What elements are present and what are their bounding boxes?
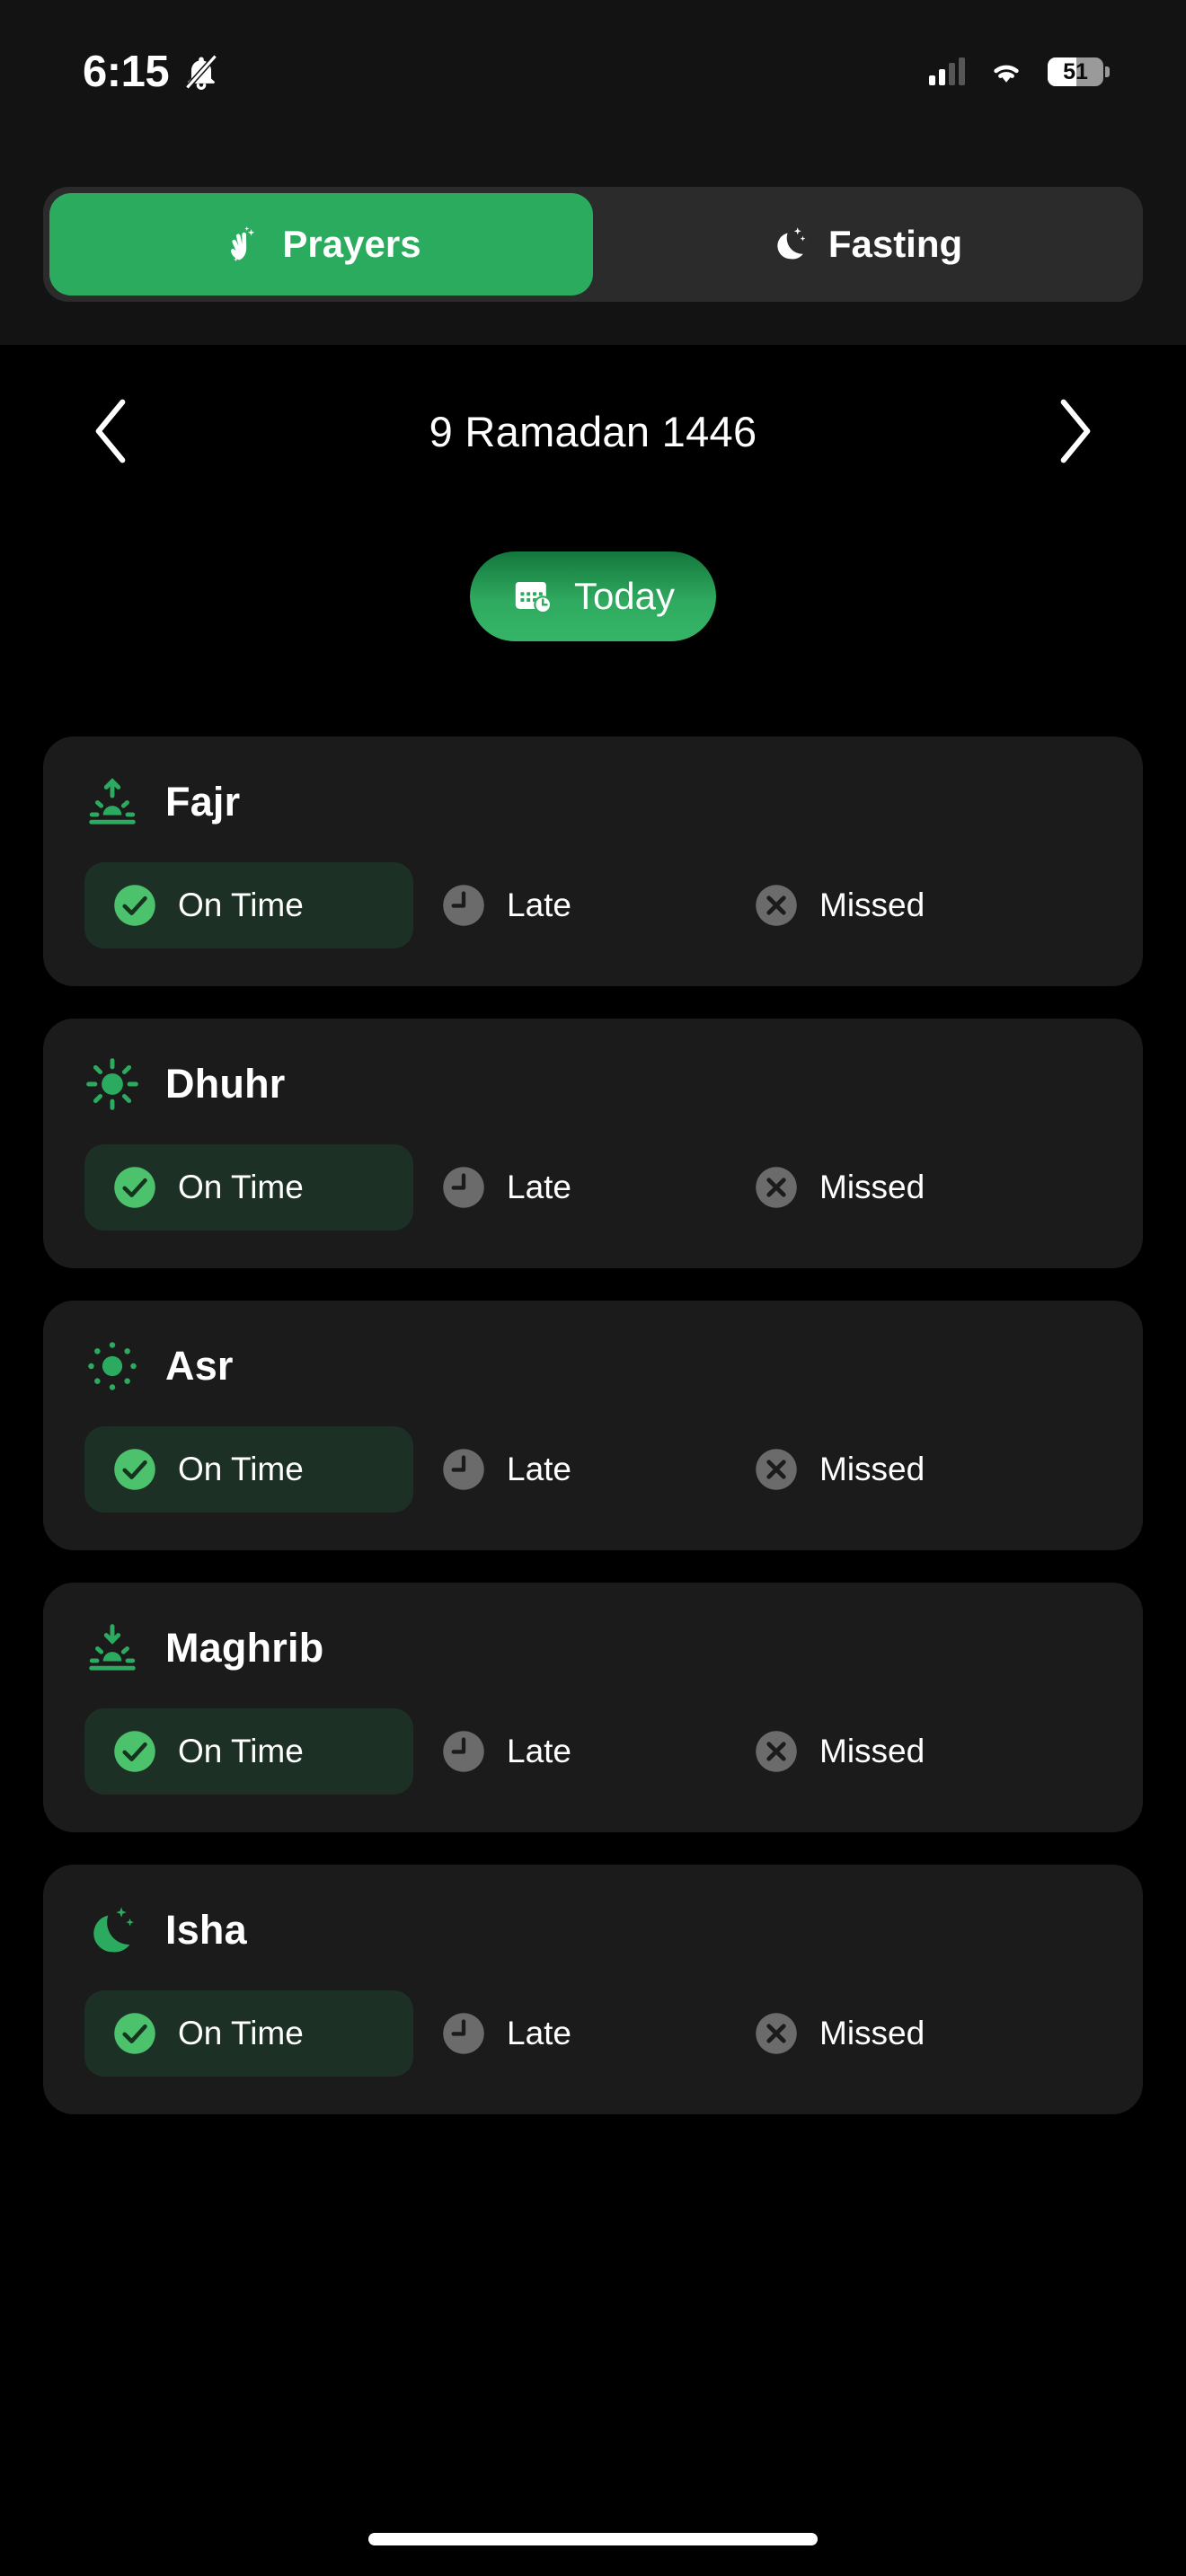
tab-prayers-label: Prayers <box>282 223 421 265</box>
status-option-on-time[interactable]: On Time <box>84 1708 413 1795</box>
status-options-row: On Time Late Missed <box>84 1144 1102 1231</box>
tab-bar-container: Prayers Fasting <box>0 144 1186 345</box>
today-button-label: Today <box>573 575 676 617</box>
status-option-missed[interactable]: Missed <box>726 862 996 948</box>
app-screen: 6:15 51 Prayers Fasting 9 Ramadan 1446 T… <box>0 0 1186 2576</box>
status-option-on-time[interactable]: On Time <box>84 1144 413 1231</box>
prayer-card-dhuhr: Dhuhr On Time Late Missed <box>43 1019 1143 1268</box>
praying-hands-icon <box>231 226 255 262</box>
today-button[interactable]: Today <box>469 551 717 641</box>
status-option-late[interactable]: Late <box>413 1708 726 1795</box>
battery-percent-label: 51 <box>1063 59 1088 84</box>
x-circle-icon <box>756 1167 797 1208</box>
check-circle-icon <box>114 1731 155 1772</box>
status-option-late[interactable]: Late <box>413 862 726 948</box>
status-options-row: On Time Late Missed <box>84 1426 1102 1513</box>
status-option-label: Late <box>507 2015 572 2051</box>
status-option-label: On Time <box>178 1169 304 1205</box>
status-option-missed[interactable]: Missed <box>726 1426 996 1513</box>
status-option-on-time[interactable]: On Time <box>84 862 413 948</box>
prayer-card-header: Dhuhr <box>84 1054 1102 1114</box>
tab-prayers[interactable]: Prayers <box>49 193 593 296</box>
x-circle-icon <box>756 1731 797 1772</box>
clock-circle-icon <box>443 1167 484 1208</box>
x-circle-icon <box>756 2013 797 2054</box>
status-options-row: On Time Late Missed <box>84 1708 1102 1795</box>
status-option-late[interactable]: Late <box>413 1990 726 2077</box>
prayer-card-header: Isha <box>84 1901 1102 1960</box>
prayer-name-label: Maghrib <box>165 1625 324 1671</box>
status-option-missed[interactable]: Missed <box>726 1708 996 1795</box>
calendar-clock-icon <box>515 582 553 614</box>
prayer-name-label: Isha <box>165 1907 247 1953</box>
status-bar: 6:15 51 <box>0 0 1186 144</box>
prayer-card-header: Maghrib <box>84 1619 1102 1678</box>
crescent-moon-stars-icon <box>777 227 806 260</box>
current-date-label: 9 Ramadan 1446 <box>429 407 757 455</box>
status-option-label: Missed <box>819 1733 925 1769</box>
status-option-label: Late <box>507 1169 572 1205</box>
status-option-label: Missed <box>819 1169 925 1205</box>
cellular-signal-icon <box>929 57 965 85</box>
chevron-left-icon[interactable] <box>90 397 131 465</box>
check-circle-icon <box>114 1167 155 1208</box>
status-option-missed[interactable]: Missed <box>726 1144 996 1231</box>
status-option-late[interactable]: Late <box>413 1144 726 1231</box>
status-option-missed[interactable]: Missed <box>726 1990 996 2077</box>
check-circle-icon <box>114 2013 155 2054</box>
x-circle-icon <box>756 885 797 926</box>
check-circle-icon <box>114 885 155 926</box>
sun-icon <box>86 1058 138 1110</box>
chevron-right-icon[interactable] <box>1055 397 1096 465</box>
x-circle-icon <box>756 1449 797 1490</box>
status-options-row: On Time Late Missed <box>84 862 1102 948</box>
clock-time: 6:15 <box>83 48 170 96</box>
status-option-on-time[interactable]: On Time <box>84 1426 413 1513</box>
status-option-label: Missed <box>819 887 925 923</box>
status-option-label: Late <box>507 1733 572 1769</box>
date-navigation: 9 Ramadan 1446 <box>0 377 1186 485</box>
status-bar-right: 51 <box>929 57 1110 86</box>
status-option-label: On Time <box>178 887 304 923</box>
prayer-card-header: Fajr <box>84 772 1102 832</box>
prayer-card-list: Fajr On Time Late Missed Dhuhr On Time L… <box>0 737 1186 2147</box>
status-option-label: Late <box>507 1451 572 1487</box>
clock-circle-icon <box>443 2013 484 2054</box>
status-option-on-time[interactable]: On Time <box>84 1990 413 2077</box>
status-option-label: On Time <box>178 2015 304 2051</box>
clock-circle-icon <box>443 1449 484 1490</box>
bell-muted-icon <box>185 54 217 90</box>
prayer-card-asr: Asr On Time Late Missed <box>43 1301 1143 1550</box>
home-indicator[interactable] <box>368 2533 818 2545</box>
check-circle-icon <box>114 1449 155 1490</box>
sunrise-icon <box>89 778 136 825</box>
status-option-label: On Time <box>178 1451 304 1487</box>
prayer-name-label: Fajr <box>165 779 241 825</box>
crescent-moon-icon <box>93 1907 134 1953</box>
tab-bar: Prayers Fasting <box>43 187 1143 302</box>
prayer-card-header: Asr <box>84 1337 1102 1396</box>
battery-indicator: 51 <box>1048 57 1110 86</box>
status-option-late[interactable]: Late <box>413 1426 726 1513</box>
prayer-card-maghrib: Maghrib On Time Late Missed <box>43 1583 1143 1832</box>
tab-fasting[interactable]: Fasting <box>593 193 1137 296</box>
status-option-label: On Time <box>178 1733 304 1769</box>
today-button-row: Today <box>0 551 1186 641</box>
sunset-icon <box>89 1624 136 1671</box>
prayer-name-label: Dhuhr <box>165 1061 286 1107</box>
status-option-label: Missed <box>819 2015 925 2051</box>
tab-fasting-label: Fasting <box>828 223 963 265</box>
clock-circle-icon <box>443 1731 484 1772</box>
prayer-card-fajr: Fajr On Time Late Missed <box>43 737 1143 986</box>
prayer-card-isha: Isha On Time Late Missed <box>43 1865 1143 2114</box>
status-option-label: Late <box>507 887 572 923</box>
clock-circle-icon <box>443 885 484 926</box>
prayer-name-label: Asr <box>165 1343 234 1389</box>
wifi-icon <box>994 65 1019 83</box>
status-option-label: Missed <box>819 1451 925 1487</box>
status-options-row: On Time Late Missed <box>84 1990 1102 2077</box>
status-bar-left: 6:15 <box>83 47 221 97</box>
sun-dotted-icon <box>88 1342 137 1390</box>
